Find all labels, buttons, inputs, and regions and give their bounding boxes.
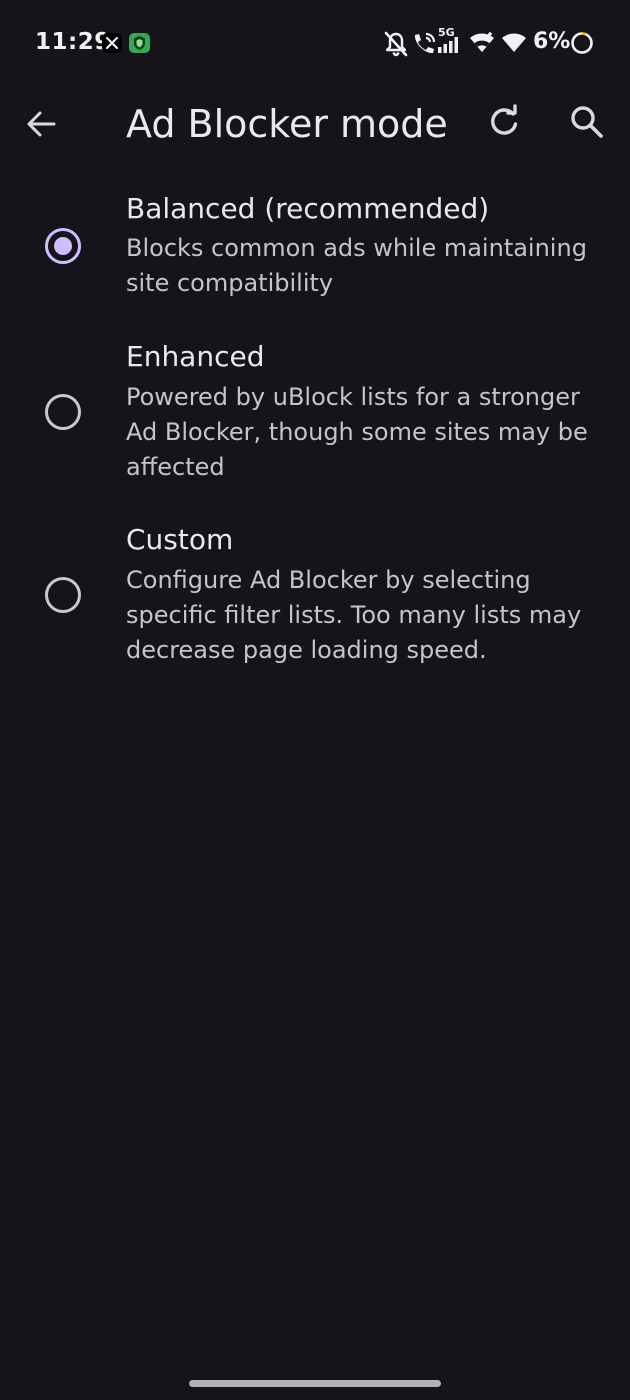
vpn-shield-icon — [129, 33, 150, 53]
page-title: Ad Blocker mode — [126, 102, 448, 146]
search-icon — [571, 106, 603, 138]
radio-custom[interactable] — [45, 577, 81, 613]
radio-balanced[interactable] — [45, 228, 81, 264]
option-custom[interactable]: Custom Configure Ad Blocker by selecting… — [0, 523, 630, 673]
refresh-button[interactable] — [482, 100, 526, 144]
wifi-calling-icon — [414, 32, 436, 54]
battery-ring-icon — [571, 32, 593, 54]
radio-enhanced[interactable] — [45, 394, 81, 430]
option-enhanced[interactable]: Enhanced Powered by uBlock lists for a s… — [0, 340, 630, 490]
wifi-icon — [502, 33, 526, 52]
search-button[interactable] — [565, 100, 609, 144]
wifi-icon — [470, 32, 494, 52]
app-bar: Ad Blocker mode — [0, 86, 630, 166]
arrow-back-icon — [27, 111, 56, 137]
option-title: Balanced (recommended) — [126, 192, 490, 225]
option-description: Blocks common ads while maintaining site… — [126, 234, 587, 297]
refresh-icon — [491, 104, 518, 135]
option-description: Configure Ad Blocker by selecting specif… — [126, 566, 582, 664]
option-description: Powered by uBlock lists for a stronger A… — [126, 383, 588, 481]
gesture-navigation-bar[interactable] — [189, 1380, 441, 1387]
back-button[interactable] — [20, 102, 64, 146]
screen: 11:29 5G 6% Ad Blocker mode Balanced (re… — [0, 0, 630, 1400]
status-time: 11:29 — [35, 29, 111, 55]
option-balanced[interactable]: Balanced (recommended) Blocks common ads… — [0, 192, 630, 312]
option-title: Enhanced — [126, 340, 265, 373]
battery-percent: 6% — [533, 29, 571, 54]
x-app-icon — [102, 33, 122, 53]
bell-off-icon — [384, 31, 408, 57]
option-title: Custom — [126, 523, 234, 556]
status-bar: 11:29 5G 6% — [0, 0, 630, 86]
signal-5g-icon: 5G — [438, 27, 462, 55]
